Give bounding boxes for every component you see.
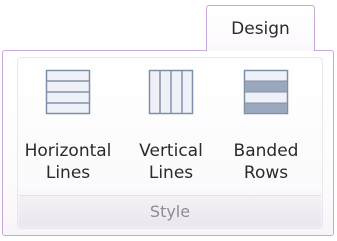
- tab-design-label: Design: [231, 19, 290, 39]
- ribbon-panel: Horizontal Lines Vertical Lines Banded R…: [2, 50, 334, 236]
- horizontal-lines-label-line1: Horizontal: [24, 141, 112, 161]
- horizontal-lines-label: Horizontal Lines: [20, 140, 116, 184]
- ribbon-screenshot: Design Horizontal Lines Vertical Lines B…: [0, 0, 337, 241]
- horizontal-lines-label-line2: Lines: [45, 163, 91, 183]
- style-group-label: Style: [149, 202, 191, 221]
- horizontal-lines-icon: [45, 69, 91, 115]
- banded-rows-button[interactable]: Banded Rows: [218, 64, 314, 188]
- banded-rows-label-line2: Rows: [243, 163, 289, 183]
- vertical-lines-label-line1: Vertical: [139, 141, 203, 161]
- vertical-lines-label-line2: Lines: [148, 163, 194, 183]
- vertical-lines-label: Vertical Lines: [123, 140, 219, 184]
- vertical-lines-icon: [148, 69, 194, 115]
- banded-rows-label: Banded Rows: [218, 140, 314, 184]
- tab-design[interactable]: Design: [206, 5, 315, 51]
- horizontal-lines-button[interactable]: Horizontal Lines: [20, 64, 116, 188]
- banded-rows-icon: [243, 69, 289, 115]
- style-group-footer: Style: [19, 195, 321, 227]
- banded-rows-label-line1: Banded: [233, 141, 299, 161]
- style-group: Horizontal Lines Vertical Lines Banded R…: [17, 57, 323, 229]
- vertical-lines-button[interactable]: Vertical Lines: [123, 64, 219, 188]
